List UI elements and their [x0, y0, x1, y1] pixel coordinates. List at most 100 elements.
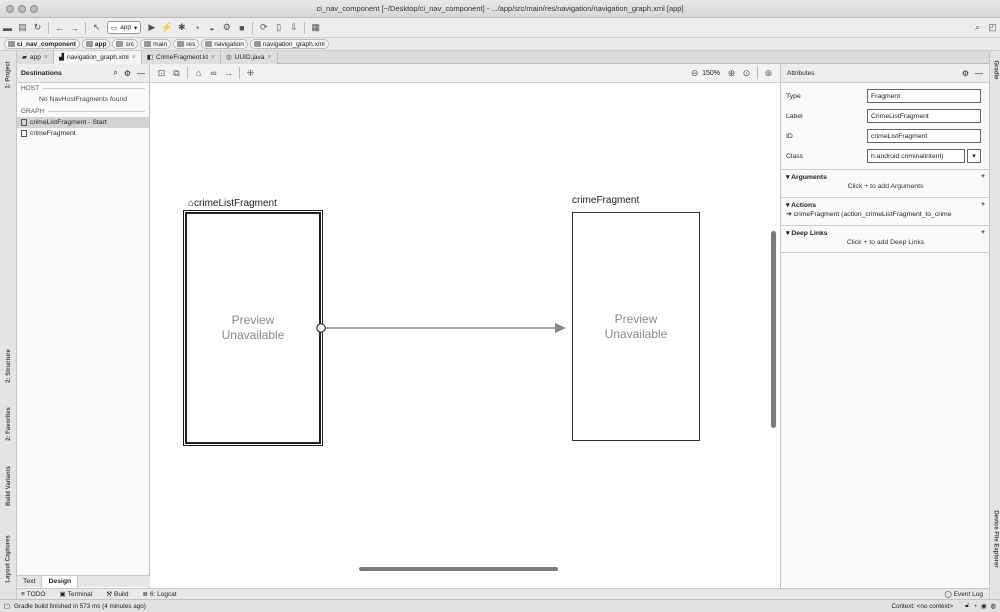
layout-inspector-icon[interactable]: ▦ [308, 18, 323, 38]
breadcrumb-src[interactable]: src [112, 39, 139, 49]
tool-project[interactable]: 1: Project [2, 55, 15, 95]
assign-start-icon[interactable]: ⌂ [191, 63, 206, 83]
logcat-tool[interactable]: ≣ 6: Logcat [142, 590, 176, 599]
action-handle[interactable] [316, 323, 326, 333]
event-icon[interactable]: ◰ [985, 18, 1000, 38]
inspector-icon[interactable]: ◉ [981, 603, 987, 610]
coverage-icon[interactable]: ◔ [189, 18, 204, 38]
deep-links-header[interactable]: ▾ Deep Links [786, 229, 828, 237]
hide-panel-icon[interactable]: — [137, 69, 145, 78]
window-title: ci_nav_component [~/Desktop/ci_nav_compo… [316, 4, 684, 13]
arguments-header[interactable]: ▾ Arguments [786, 173, 827, 181]
breadcrumb-navigation[interactable]: navigation [201, 39, 248, 49]
tool-device-file-explorer[interactable]: Device File Explorer [990, 491, 1000, 587]
avd-manager-icon[interactable]: ▯ [271, 18, 286, 38]
notifications-icon[interactable]: ◍ [991, 603, 997, 610]
class-field[interactable]: h.android.criminalintent) [867, 149, 965, 163]
attach-debugger-icon[interactable]: ⚙ [219, 18, 234, 38]
breadcrumb-app[interactable]: app [81, 39, 111, 49]
deep-link-icon[interactable]: ∞ [206, 63, 221, 83]
back-icon[interactable]: ← [52, 18, 67, 38]
open-folder-icon[interactable]: ▬ [0, 18, 15, 38]
new-destination-icon[interactable]: ⊡ [154, 63, 169, 83]
profile-icon[interactable]: ◒ [204, 18, 219, 38]
search-icon[interactable]: ⌕ [970, 18, 985, 38]
save-icon[interactable]: ▤ [15, 18, 30, 38]
chevron-down-icon[interactable]: ▾ [967, 149, 981, 163]
build-label: Build [114, 590, 129, 598]
sdk-manager-icon[interactable]: ⇩ [286, 18, 301, 38]
tab-crime-fragment[interactable]: ◧ CrimeFragment.kt × [141, 50, 222, 64]
graph-canvas[interactable]: ⌂crimeListFragment Preview Unavailable c… [150, 83, 780, 599]
close-icon[interactable]: × [267, 54, 271, 61]
id-field[interactable]: crimeListFragment [867, 129, 981, 143]
action-item[interactable]: ➔ crimeFragment (action_crimeListFragmen… [786, 210, 985, 218]
tool-favorites[interactable]: 2: Favorites [2, 401, 15, 447]
vertical-scrollbar[interactable] [771, 231, 776, 428]
host-empty-message: No NavHostFragments found [38, 96, 128, 103]
terminal-tool[interactable]: ▣ Terminal [59, 590, 92, 599]
breadcrumb-file[interactable]: navigation_graph.xml [249, 39, 329, 49]
add-action-icon[interactable]: → [221, 63, 236, 83]
make-project-icon[interactable]: ↖ [89, 18, 104, 38]
auto-arrange-icon[interactable]: ⁜ [243, 63, 258, 83]
chevron-down-icon: ▾ [134, 24, 138, 32]
gradle-sync-icon[interactable]: ⟳ [256, 18, 271, 38]
tab-uuid[interactable]: ◎ UUID.java × [221, 50, 278, 64]
actions-header[interactable]: ▾ Actions [786, 201, 816, 209]
forward-icon[interactable]: → [67, 18, 82, 38]
horizontal-scrollbar[interactable] [359, 567, 558, 571]
nested-graph-icon[interactable]: ⧉ [169, 63, 184, 83]
type-field[interactable]: Fragment [867, 89, 981, 103]
tool-structure[interactable]: 2: Structure [2, 343, 15, 389]
destination-item-crimefragment[interactable]: crimeFragment [17, 128, 149, 139]
lock-icon[interactable]: 🔓︎ [965, 602, 969, 610]
add-argument-button[interactable]: + [981, 173, 985, 181]
gear-icon[interactable]: ⚙ [124, 69, 131, 78]
tab-navigation-graph[interactable]: ▟ navigation_graph.xml × [53, 50, 142, 64]
debug-icon[interactable]: ✱ [174, 18, 189, 38]
zoom-fit-icon[interactable]: ⊙ [739, 63, 754, 83]
android-module-icon: ▭ [111, 24, 118, 32]
todo-tool[interactable]: ≡ TODO [21, 591, 45, 598]
breadcrumb-main[interactable]: main [140, 39, 172, 49]
destination-item-crimelistfragment[interactable]: crimeListFragment - Start [17, 117, 149, 128]
event-log-tool[interactable]: ◯ Event Log [944, 590, 983, 599]
close-icon[interactable]: × [44, 54, 48, 61]
toolbar-separator [304, 21, 306, 34]
warnings-icon[interactable]: ⊛ [761, 63, 776, 83]
apply-changes-icon[interactable]: ⚡ [159, 18, 174, 38]
memory-indicator-icon[interactable]: ◔ [973, 603, 977, 610]
tool-gradle[interactable]: Gradle [990, 57, 1000, 83]
close-icon[interactable]: × [211, 54, 215, 61]
action-arrow[interactable] [150, 83, 780, 599]
close-icon[interactable]: × [132, 54, 136, 61]
nav-graph-file-icon: ▟ [58, 54, 64, 61]
tab-design[interactable]: Design [41, 575, 79, 588]
logcat-icon: ≣ [142, 591, 148, 598]
hide-panel-icon[interactable]: — [975, 69, 983, 78]
tool-layout-captures[interactable]: Layout Captures [2, 531, 15, 587]
status-toggle-icon[interactable]: ▢ [4, 603, 10, 610]
destinations-panel: Destinations ⌕ ⚙ — HOST No NavHostFragme… [17, 64, 150, 599]
zoom-out-icon[interactable]: ⊖ [687, 63, 702, 83]
search-icon[interactable]: ⌕ [113, 68, 117, 78]
sync-icon[interactable]: ↻ [30, 18, 45, 38]
tool-build-variants[interactable]: Build Variants [2, 461, 15, 511]
stop-icon[interactable]: ■ [234, 18, 249, 38]
run-config-select[interactable]: ▭ app ▾ [107, 21, 142, 34]
run-icon[interactable]: ▶ [144, 18, 159, 38]
bottom-tool-bar: ≡ TODO ▣ Terminal ⚒ Build ≣ 6: Logcat ◯ Event… [17, 588, 989, 599]
label-field[interactable]: CrimeListFragment [867, 109, 981, 123]
tab-app[interactable]: ▰ app × [17, 50, 54, 64]
zoom-in-icon[interactable]: ⊕ [724, 63, 739, 83]
tab-text[interactable]: Text [17, 576, 41, 588]
label-label: Label [786, 112, 803, 120]
zoom-level: 150% [702, 69, 720, 77]
build-tool[interactable]: ⚒ Build [106, 590, 129, 599]
breadcrumb-res[interactable]: res [173, 39, 200, 49]
add-deep-link-button[interactable]: + [981, 229, 985, 237]
breadcrumb-project[interactable]: ci_nav_component [4, 39, 80, 49]
gear-icon[interactable]: ⚙ [962, 69, 969, 78]
add-action-button[interactable]: + [981, 201, 985, 209]
